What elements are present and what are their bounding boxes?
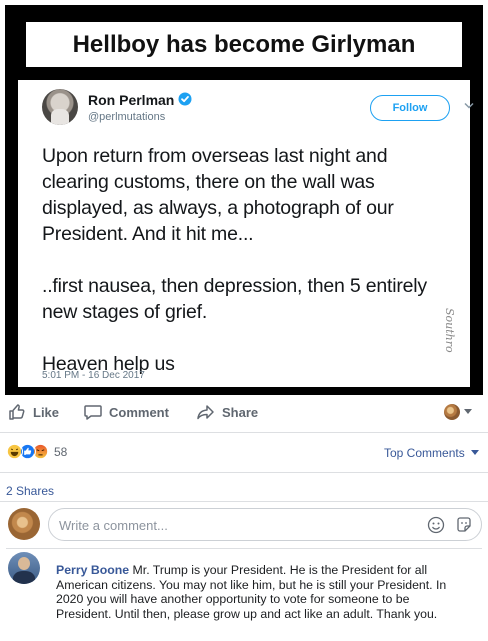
artist-signature: Southro [443, 308, 456, 353]
page-avatar [444, 404, 460, 420]
divider [0, 432, 488, 433]
comment-input-placeholder: Write a comment... [59, 518, 168, 533]
embedded-tweet: Ron Perlman @perlmutations Follow Upon r… [18, 80, 474, 387]
share-label: Share [222, 404, 259, 420]
tweet-paragraph: ..first nausea, then depression, then 5 … [42, 275, 427, 323]
share-button[interactable]: Share [196, 403, 258, 421]
divider [0, 501, 488, 502]
follow-button: Follow [370, 95, 450, 121]
comment-button[interactable]: Comment [84, 403, 169, 421]
haha-reaction-icon [6, 443, 23, 460]
tweet-paragraph: Upon return from overseas last night and… [42, 145, 394, 245]
comment-icon [84, 405, 102, 420]
meme-image[interactable]: Hellboy has become Girlyman Ron Perlman … [5, 5, 483, 395]
thumbs-up-icon [9, 404, 25, 420]
verified-badge-icon [178, 92, 192, 106]
tweet-author-avatar [42, 89, 78, 125]
tweet-author-name: Ron Perlman [88, 92, 175, 108]
comment-body: Perry Boone Mr. Trump is your President.… [56, 563, 456, 621]
tweet-timestamp: 5:01 PM - 16 Dec 2017 [42, 370, 145, 381]
sticker-icon[interactable] [455, 516, 473, 534]
comment-label: Comment [109, 404, 169, 420]
caret-down-icon [464, 409, 472, 414]
tweet-body: Upon return from overseas last night and… [42, 143, 442, 403]
viewer-avatar [8, 508, 40, 540]
commenter-avatar[interactable] [8, 552, 40, 584]
like-button[interactable]: Like [8, 403, 59, 421]
reaction-count: 58 [54, 444, 68, 459]
like-label: Like [33, 404, 60, 420]
divider [6, 548, 482, 549]
tweet-author-handle: @perlmutations [88, 111, 166, 123]
emoji-icon[interactable] [427, 516, 445, 534]
meme-title: Hellboy has become Girlyman [26, 22, 462, 67]
comment-sort-dropdown[interactable]: Top Comments [384, 446, 479, 460]
chevron-down-icon [464, 102, 474, 109]
share-arrow-icon [197, 405, 214, 420]
reactions-summary[interactable]: 58 [6, 443, 67, 460]
caret-down-icon [470, 450, 479, 455]
reaction-profile-picker[interactable] [444, 404, 472, 420]
comment-author-link[interactable]: Perry Boone [56, 563, 129, 577]
divider [0, 472, 488, 473]
comment-input[interactable]: Write a comment... [48, 508, 482, 541]
shares-link[interactable]: 2 Shares [6, 484, 54, 498]
comment-sort-label: Top Comments [384, 446, 465, 460]
post-action-bar: Like Comment Share [0, 398, 488, 428]
